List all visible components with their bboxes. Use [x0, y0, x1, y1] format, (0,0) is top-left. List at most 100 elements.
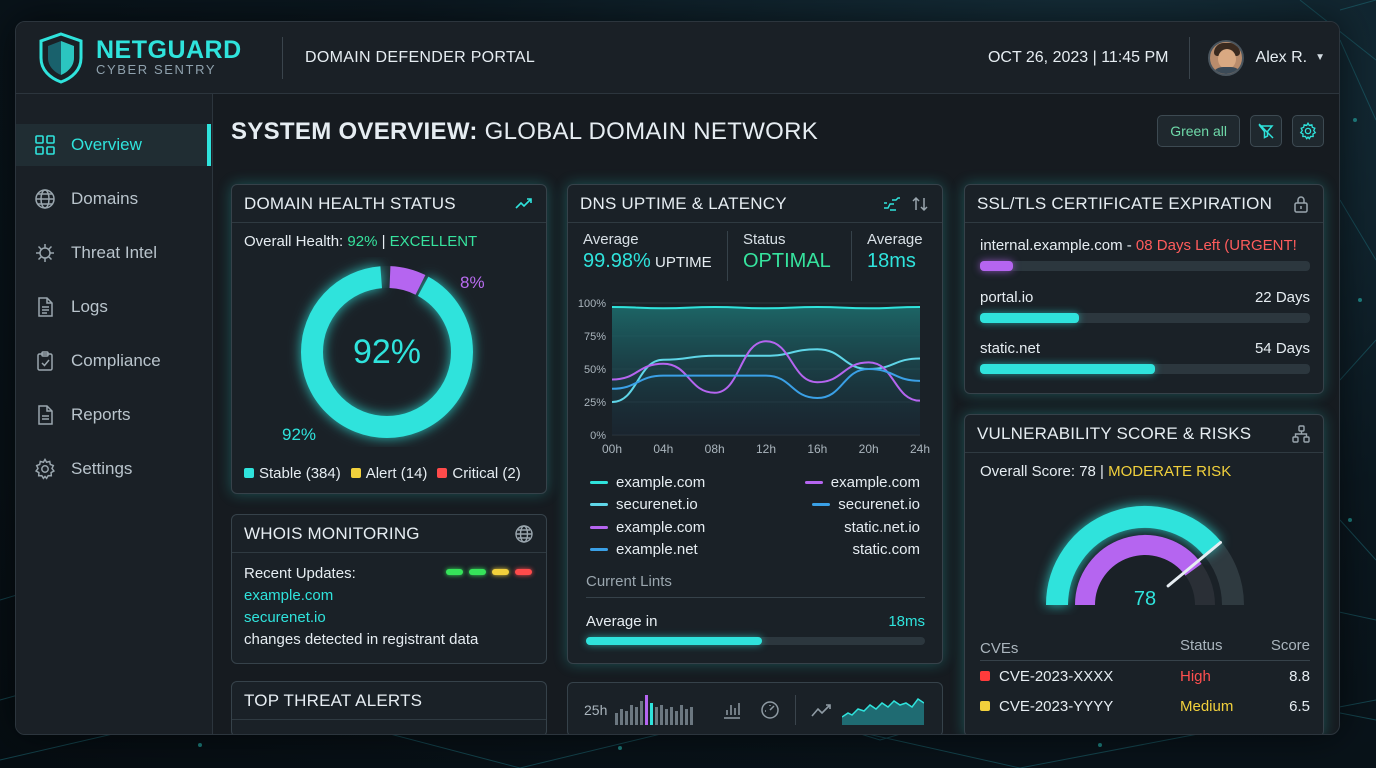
- network-nodes-icon[interactable]: [1291, 424, 1311, 444]
- ssl-row: internal.example.com - 08 Days Left (URG…: [980, 237, 1297, 254]
- user-menu[interactable]: Alex R. ▼: [1190, 39, 1339, 76]
- brand-tagline: CYBER SENTRY: [96, 62, 217, 77]
- y-tick-label: 0%: [590, 430, 606, 442]
- sidebar-item-reports[interactable]: Reports: [16, 394, 212, 436]
- y-tick-label: 25%: [584, 397, 606, 409]
- sidebar-item-label: Domains: [71, 189, 139, 208]
- x-tick-label: 04h: [653, 442, 673, 456]
- gauge-value: 78: [1134, 588, 1156, 610]
- average-in-bar: [586, 637, 925, 645]
- health-donut-chart: 92%: [301, 266, 473, 438]
- mini-label: 25h: [584, 701, 608, 718]
- table-row[interactable]: CVE-2023-XXXX High 8.8: [980, 661, 1310, 691]
- x-tick-label: 24h: [910, 442, 930, 456]
- y-tick-label: 50%: [584, 364, 606, 376]
- divider: [586, 597, 925, 598]
- sidebar-item-label: Reports: [71, 405, 131, 424]
- legend-item: static.net.io: [844, 518, 920, 536]
- app-window: NETGUARD CYBER SENTRY DOMAIN DEFENDER PO…: [15, 21, 1340, 735]
- y-tick-label: 100%: [578, 298, 606, 310]
- clipboard-icon: [37, 351, 53, 371]
- whois-changes-text: changes detected in registrant data: [244, 631, 479, 648]
- ssl-progress-bar: [980, 364, 1310, 374]
- header-divider: [282, 36, 283, 79]
- shield-icon: [39, 31, 83, 84]
- sidebar: Overview Domains Threat Intel Logs Compl…: [16, 94, 213, 734]
- whois-card: WHOIS MONITORING Recent Updates: example…: [231, 514, 547, 664]
- settings-button[interactable]: [1292, 115, 1324, 147]
- bar-chart-icon[interactable]: [721, 699, 743, 721]
- dns-stats: Average 99.98% UPTIME Status OPTIMAL Ave…: [568, 231, 942, 281]
- cve-table-header: CVEs Status Score: [980, 637, 1310, 661]
- legend-item: static.com: [852, 541, 920, 559]
- status-dot: [492, 569, 509, 575]
- filter-off-button[interactable]: [1250, 115, 1282, 147]
- severity-indicator: [980, 671, 990, 681]
- ssl-row: portal.io 22 Days: [980, 289, 1310, 306]
- series-area: [612, 306, 920, 435]
- trend-up-icon[interactable]: [810, 699, 834, 721]
- series-line: [611, 305, 921, 310]
- whois-domain-link[interactable]: example.com: [244, 585, 534, 607]
- brand-logo[interactable]: NETGUARD CYBER SENTRY: [16, 31, 282, 84]
- dns-stat-latency: Average 18ms: [867, 231, 923, 272]
- sidebar-item-logs[interactable]: Logs: [16, 286, 212, 328]
- main-content: SYSTEM OVERVIEW: GLOBAL DOMAIN NETWORK G…: [214, 94, 1339, 734]
- donut-center-label: 92%: [353, 333, 421, 371]
- mini-stats-bar: 25h: [567, 682, 943, 734]
- legend-critical: Critical (2): [437, 465, 521, 482]
- threat-alerts-card: TOP THREAT ALERTS: [231, 681, 547, 734]
- globe-icon: [35, 189, 55, 209]
- status-dot: [446, 569, 463, 575]
- ssl-progress-bar: [980, 313, 1310, 323]
- dns-stat-status: Status OPTIMAL: [728, 231, 852, 281]
- mini-bar-sparkline: [615, 694, 694, 725]
- sidebar-item-label: Compliance: [71, 351, 161, 370]
- table-row[interactable]: CVE-2023-YYYY Medium 6.5: [980, 691, 1310, 721]
- sidebar-item-compliance[interactable]: Compliance: [16, 340, 212, 382]
- dns-legend: example.com example.com securenet.io sec…: [590, 471, 920, 561]
- sidebar-item-label: Threat Intel: [71, 243, 157, 262]
- wave-chart-icon[interactable]: [882, 194, 902, 214]
- sidebar-item-threat-intel[interactable]: Threat Intel: [16, 232, 212, 274]
- donut-right-label: 8%: [460, 273, 485, 292]
- x-tick-label: 00h: [602, 442, 622, 456]
- toolbar-divider: [795, 694, 797, 725]
- cve-table: CVEs Status Score CVE-2023-XXXX High 8.8…: [980, 637, 1310, 721]
- legend-item: example.com: [804, 474, 920, 491]
- status-dot: [469, 569, 486, 575]
- sidebar-item-settings[interactable]: Settings: [16, 448, 212, 490]
- sidebar-item-domains[interactable]: Domains: [16, 178, 212, 220]
- vulnerability-gauge: 78: [1046, 506, 1244, 610]
- gauge-icon[interactable]: [759, 699, 781, 721]
- portal-title: DOMAIN DEFENDER PORTAL: [305, 48, 536, 66]
- sort-arrows-icon[interactable]: [910, 194, 930, 214]
- document-icon: [38, 297, 53, 317]
- overall-health: Overall Health: 92% | EXCELLENT: [244, 233, 478, 250]
- current-lints-label: Current Lints: [586, 573, 672, 590]
- globe-icon[interactable]: [514, 524, 534, 544]
- sidebar-item-label: Overview: [71, 135, 142, 154]
- legend-item: example.net: [590, 541, 698, 558]
- ssl-progress-bar: [980, 261, 1310, 271]
- ssl-row: static.net 54 Days: [980, 340, 1310, 357]
- trend-check-icon[interactable]: [514, 194, 534, 214]
- sidebar-item-overview[interactable]: Overview: [16, 124, 211, 166]
- green-all-button[interactable]: Green all: [1157, 115, 1240, 147]
- overall-score: Overall Score: 78 | MODERATE RISK: [980, 463, 1232, 480]
- report-icon: [38, 405, 53, 425]
- y-tick-label: 75%: [584, 331, 606, 343]
- dns-uptime-card: DNS UPTIME & LATENCY Average 99.98% UPTI…: [567, 184, 943, 664]
- x-tick-label: 16h: [807, 442, 827, 456]
- area-sparkline: [842, 697, 925, 725]
- whois-domain-link[interactable]: securenet.io: [244, 607, 534, 629]
- card-title: TOP THREAT ALERTS: [244, 690, 423, 710]
- card-title: VULNERABILITY SCORE & RISKS: [977, 423, 1252, 443]
- user-name: Alex R.: [1255, 48, 1308, 66]
- legend-item: securenet.io: [812, 496, 920, 513]
- dns-stat-uptime: Average 99.98% UPTIME: [568, 231, 728, 281]
- average-in-bar-fill: [586, 637, 763, 645]
- legend-item: example.com: [590, 519, 705, 536]
- status-dot: [515, 569, 532, 575]
- lock-icon[interactable]: [1291, 194, 1311, 214]
